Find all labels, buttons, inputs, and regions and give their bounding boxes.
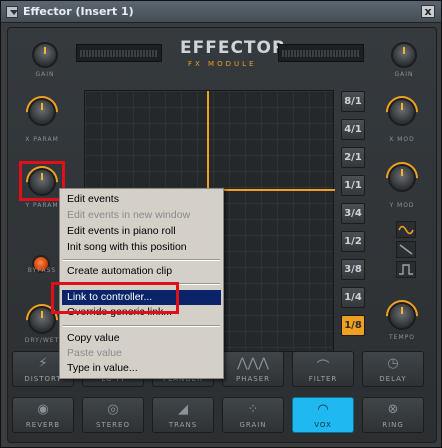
x-mod-label: X MOD <box>389 136 415 143</box>
menu-item-edit-events-piano-roll[interactable]: Edit events in piano roll <box>62 224 221 239</box>
phaser-icon: ⋀⋀⋀ <box>237 356 269 371</box>
division-button-selected[interactable]: 1/8 <box>341 315 365 336</box>
x-param-label: X PARAM <box>25 136 59 143</box>
stereo-icon: ◎ <box>107 402 119 417</box>
tempo-knob[interactable] <box>379 293 425 339</box>
division-button[interactable]: 1/2 <box>341 231 365 252</box>
gain-left-label: GAIN <box>35 71 55 78</box>
menu-item-paste-value: Paste value <box>67 347 122 359</box>
saw-wave-icon[interactable] <box>396 241 416 258</box>
effect-button-ring[interactable]: ⊗ RING <box>362 397 424 433</box>
delay-icon: ◷ <box>387 356 399 371</box>
title-bar[interactable]: Effector (Insert 1) x <box>1 1 441 23</box>
effect-button-filter[interactable]: ⌒ FILTER <box>292 351 354 387</box>
annotation-box-link <box>51 282 179 314</box>
gain-right-knob[interactable] <box>391 42 417 68</box>
tempo-label: TEMPO <box>389 334 415 341</box>
right-level-meter <box>278 44 364 62</box>
left-level-meter <box>76 44 162 62</box>
effect-button-stereo[interactable]: ◎ STEREO <box>82 397 144 433</box>
division-button[interactable]: 4/1 <box>341 119 365 140</box>
menu-item-copy-value[interactable]: Copy value <box>62 331 221 346</box>
filter-icon: ⌒ <box>316 360 330 375</box>
logo-title: EFFECTOR <box>180 38 287 58</box>
square-wave-icon[interactable] <box>396 261 416 278</box>
effect-button-trans[interactable]: ◢ TRANS <box>152 397 214 433</box>
division-button[interactable]: 3/4 <box>341 203 365 224</box>
menu-item-edit-events-new-window: Edit events in new window <box>67 209 191 221</box>
gain-right-label: GAIN <box>394 71 414 78</box>
window-menu-icon[interactable] <box>6 6 18 18</box>
menu-separator <box>63 325 220 327</box>
x-param-knob[interactable] <box>19 89 65 135</box>
window-title: Effector (Insert 1) <box>23 5 134 18</box>
effect-button-grain[interactable]: ⁘ GRAIN <box>222 397 284 433</box>
division-button[interactable]: 1/1 <box>341 175 365 196</box>
menu-item-init-song[interactable]: Init song with this position <box>62 240 221 255</box>
y-mod-label: Y MOD <box>389 202 415 209</box>
y-mod-knob[interactable] <box>379 155 425 201</box>
effect-button-delay[interactable]: ◷ DELAY <box>362 351 424 387</box>
effect-button-reverb[interactable]: ◉ REVERB <box>12 397 74 433</box>
division-button[interactable]: 2/1 <box>341 147 365 168</box>
menu-separator <box>63 259 220 261</box>
grain-icon: ⁘ <box>247 402 259 417</box>
effector-window: Effector (Insert 1) x GAIN EFFECTOR FX M… <box>0 0 442 448</box>
effect-button-vox[interactable]: ◠ VOX <box>292 397 354 433</box>
ring-icon: ⊗ <box>387 402 399 417</box>
division-button[interactable]: 8/1 <box>341 91 365 112</box>
sine-wave-icon[interactable] <box>396 221 416 238</box>
gain-left-knob[interactable] <box>32 42 58 68</box>
effect-button-phaser[interactable]: ⋀⋀⋀ PHASER <box>222 351 284 387</box>
x-mod-knob[interactable] <box>379 89 425 135</box>
vox-icon: ◠ <box>317 402 329 417</box>
close-button[interactable]: x <box>421 5 435 18</box>
logo-subtitle: FX MODULE <box>188 60 257 68</box>
division-button[interactable]: 3/8 <box>341 259 365 280</box>
menu-item-create-automation-clip[interactable]: Create automation clip <box>62 264 221 279</box>
menu-item-edit-events[interactable]: Edit events <box>62 192 221 207</box>
trans-icon: ◢ <box>178 402 188 417</box>
division-button[interactable]: 1/4 <box>341 287 365 308</box>
menu-item-type-in-value[interactable]: Type in value... <box>62 361 221 376</box>
reverb-icon: ◉ <box>37 402 49 417</box>
